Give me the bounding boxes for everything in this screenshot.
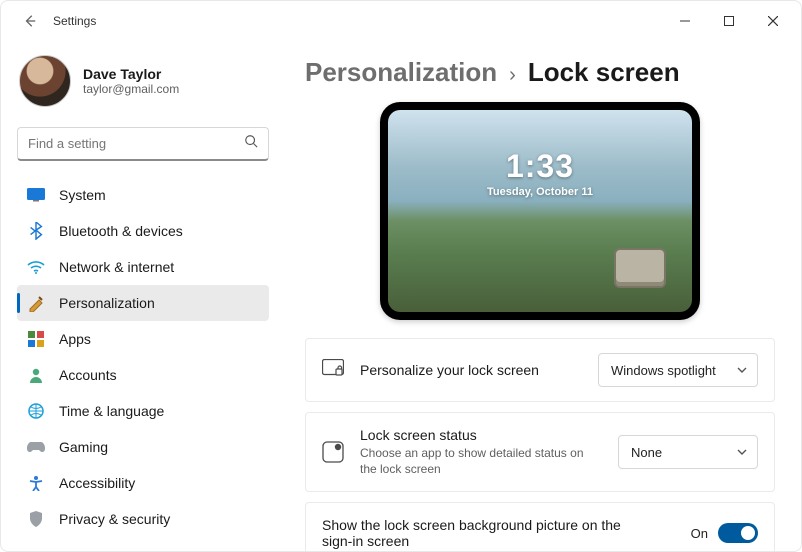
system-icon [27, 186, 45, 204]
lock-screen-preview: 1:33 Tuesday, October 11 [380, 102, 700, 320]
sidebar-item-label: Time & language [59, 403, 164, 419]
sidebar-item-label: Gaming [59, 439, 108, 455]
dropdown-value: Windows spotlight [611, 363, 716, 378]
sidebar: Dave Taylor taylor@gmail.com System Blue… [1, 41, 281, 551]
sidebar-item-bluetooth[interactable]: Bluetooth & devices [17, 213, 269, 249]
sidebar-item-network[interactable]: Network & internet [17, 249, 269, 285]
setting-title: Lock screen status [360, 427, 602, 443]
toggle-state-label: On [691, 526, 708, 541]
apps-icon [27, 330, 45, 348]
search-icon [244, 134, 258, 153]
sidebar-item-label: Personalization [59, 295, 155, 311]
sidebar-item-accessibility[interactable]: Accessibility [17, 465, 269, 501]
breadcrumb-parent[interactable]: Personalization [305, 57, 497, 88]
setting-background-on-signin[interactable]: Show the lock screen background picture … [305, 502, 775, 551]
sidebar-item-label: Accounts [59, 367, 117, 383]
breadcrumb: Personalization › Lock screen [305, 57, 775, 88]
setting-title: Personalize your lock screen [360, 362, 582, 378]
accessibility-icon [27, 474, 45, 492]
back-button[interactable] [19, 10, 41, 32]
sidebar-item-accounts[interactable]: Accounts [17, 357, 269, 393]
sidebar-item-gaming[interactable]: Gaming [17, 429, 269, 465]
background-on-signin-toggle[interactable] [718, 523, 758, 543]
close-icon [768, 16, 778, 26]
window-close-button[interactable] [751, 6, 795, 36]
minimize-icon [680, 16, 690, 26]
privacy-icon [27, 510, 45, 528]
bluetooth-icon [27, 222, 45, 240]
main-panel: Personalization › Lock screen 1:33 Tuesd… [281, 41, 801, 551]
lock-screen-preview-image: 1:33 Tuesday, October 11 [388, 110, 692, 312]
search-input[interactable] [28, 136, 232, 151]
personalize-dropdown[interactable]: Windows spotlight [598, 353, 758, 387]
image-lock-icon [322, 359, 344, 381]
profile-block[interactable]: Dave Taylor taylor@gmail.com [17, 55, 269, 107]
dropdown-value: None [631, 445, 662, 460]
status-app-icon [322, 441, 344, 463]
profile-name: Dave Taylor [83, 66, 179, 82]
status-app-dropdown[interactable]: None [618, 435, 758, 469]
time-language-icon [27, 402, 45, 420]
setting-personalize-lock-screen[interactable]: Personalize your lock screen Windows spo… [305, 338, 775, 402]
sidebar-item-time-language[interactable]: Time & language [17, 393, 269, 429]
preview-date: Tuesday, October 11 [388, 186, 692, 198]
sidebar-item-label: Bluetooth & devices [59, 223, 183, 239]
page-title: Lock screen [528, 57, 680, 88]
sidebar-item-label: Apps [59, 331, 91, 347]
setting-subtitle: Choose an app to show detailed status on… [360, 445, 602, 477]
accounts-icon [27, 366, 45, 384]
chevron-down-icon [737, 363, 747, 378]
nav-list: System Bluetooth & devices Network & int… [17, 177, 269, 537]
sidebar-item-label: System [59, 187, 106, 203]
network-icon [27, 258, 45, 276]
back-arrow-icon [23, 14, 37, 28]
sidebar-item-privacy[interactable]: Privacy & security [17, 501, 269, 537]
preview-time: 1:33 [388, 148, 692, 185]
sidebar-item-apps[interactable]: Apps [17, 321, 269, 357]
chevron-down-icon [737, 445, 747, 460]
sidebar-item-label: Network & internet [59, 259, 174, 275]
setting-lock-screen-status[interactable]: Lock screen status Choose an app to show… [305, 412, 775, 492]
app-title: Settings [53, 14, 96, 28]
sidebar-item-label: Privacy & security [59, 511, 170, 527]
sidebar-item-personalization[interactable]: Personalization [17, 285, 269, 321]
search-box[interactable] [17, 127, 269, 161]
titlebar: Settings [1, 1, 801, 41]
window-minimize-button[interactable] [663, 6, 707, 36]
personalization-icon [27, 294, 45, 312]
window-maximize-button[interactable] [707, 6, 751, 36]
setting-title: Show the lock screen background picture … [322, 517, 642, 549]
profile-email: taylor@gmail.com [83, 82, 179, 96]
sidebar-item-label: Accessibility [59, 475, 135, 491]
maximize-icon [724, 16, 734, 26]
chevron-right-icon: › [509, 64, 516, 87]
avatar [19, 55, 71, 107]
sidebar-item-system[interactable]: System [17, 177, 269, 213]
gaming-icon [27, 438, 45, 456]
